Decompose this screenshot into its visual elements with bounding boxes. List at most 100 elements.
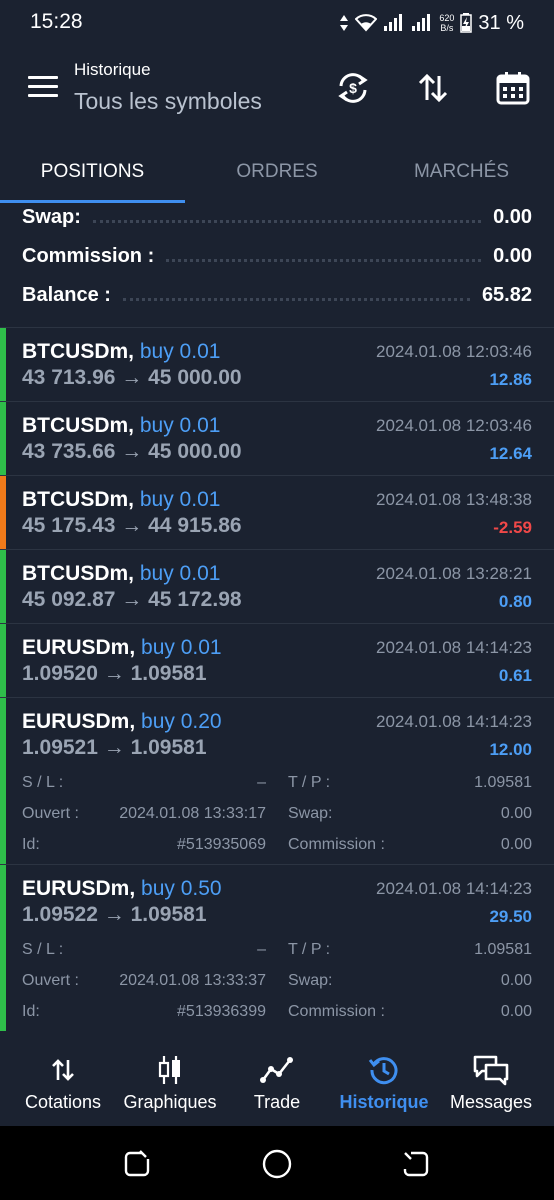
swap-value: 0.00 bbox=[500, 972, 532, 989]
open-value: 2024.01.08 13:33:37 bbox=[119, 972, 266, 989]
deal-prices: 43 713.96 → 45 000.00 bbox=[22, 366, 242, 389]
deal-direction: buy 0.20 bbox=[141, 710, 222, 733]
deal-profit: 12.86 bbox=[489, 370, 532, 389]
arrow-right-icon: → bbox=[103, 903, 125, 926]
battery-charging-icon bbox=[460, 13, 473, 33]
deal-row-expanded[interactable]: EURUSDm, buy 0.50 2024.01.08 14:14:23 1.… bbox=[0, 864, 554, 1031]
tab-positions[interactable]: POSITIONS bbox=[0, 142, 185, 202]
nav-messages[interactable]: Messages bbox=[438, 1038, 544, 1126]
summary-commission: Commission : 0.00 bbox=[22, 241, 532, 271]
sort-arrows-icon bbox=[418, 73, 448, 103]
summary-value: 65.82 bbox=[481, 283, 532, 306]
deal-prices: 1.09520 → 1.09581 bbox=[22, 662, 207, 685]
nav-quotes[interactable]: Cotations bbox=[10, 1038, 116, 1126]
deal-time: 2024.01.08 13:28:21 bbox=[376, 564, 532, 583]
nav-history[interactable]: Historique bbox=[330, 1038, 438, 1126]
deal-direction: buy 0.01 bbox=[139, 562, 221, 585]
deal-row[interactable]: BTCUSDm, buy 0.01 2024.01.08 13:28:21 45… bbox=[0, 549, 554, 623]
deal-row[interactable]: BTCUSDm, buy 0.01 2024.01.08 13:48:38 45… bbox=[0, 475, 554, 549]
deal-row[interactable]: BTCUSDm, buy 0.01 2024.01.08 12:03:46 43… bbox=[0, 401, 554, 475]
deal-status-bar bbox=[0, 402, 6, 475]
id-label: Id: bbox=[22, 1003, 40, 1020]
commission-label: Commission : bbox=[288, 1003, 385, 1020]
deal-profit: 12.00 bbox=[489, 740, 532, 759]
sort-button[interactable] bbox=[411, 66, 455, 110]
svg-text:$: $ bbox=[349, 80, 357, 96]
deal-status-bar bbox=[0, 550, 6, 623]
swap-label: Swap: bbox=[288, 972, 333, 989]
tab-orders[interactable]: ORDRES bbox=[185, 142, 369, 202]
cell-signal-2-icon bbox=[412, 14, 431, 31]
deal-time: 2024.01.08 13:48:38 bbox=[376, 490, 532, 509]
sl-label: S / L : bbox=[22, 774, 64, 791]
back-icon bbox=[403, 1151, 429, 1177]
arrow-right-icon: → bbox=[121, 588, 143, 611]
deal-status-bar bbox=[0, 698, 6, 864]
battery-percent: 31 % bbox=[478, 11, 524, 34]
deal-symbol: EURUSDm, buy 0.50 bbox=[22, 877, 222, 900]
deal-direction: buy 0.01 bbox=[139, 488, 221, 511]
deal-symbol: BTCUSDm, buy 0.01 bbox=[22, 414, 221, 437]
deal-symbol: BTCUSDm, buy 0.01 bbox=[22, 562, 221, 585]
swap-value: 0.00 bbox=[500, 805, 532, 822]
deal-direction: buy 0.01 bbox=[139, 340, 221, 363]
dotted-leader bbox=[166, 257, 482, 262]
deal-row[interactable]: EURUSDm, buy 0.01 2024.01.08 14:14:23 1.… bbox=[0, 623, 554, 697]
deal-row[interactable]: BTCUSDm, buy 0.01 2024.01.08 12:03:46 43… bbox=[0, 327, 554, 401]
status-bar: 15:28 620 B/s 31 % bbox=[0, 0, 554, 46]
recent-apps-button[interactable] bbox=[121, 1148, 153, 1180]
deal-profit: -2.59 bbox=[493, 518, 532, 537]
deal-status-bar bbox=[0, 476, 6, 549]
swap-vertical-icon bbox=[49, 1054, 77, 1086]
deal-symbol: EURUSDm, buy 0.20 bbox=[22, 710, 222, 733]
commission-label: Commission : bbox=[288, 836, 385, 853]
symbol-filter[interactable]: Tous les symboles bbox=[74, 88, 262, 115]
currency-exchange-button[interactable]: $ bbox=[331, 66, 375, 110]
summary-label: Commission : bbox=[22, 244, 155, 267]
tp-value: 1.09581 bbox=[474, 774, 532, 791]
deal-status-bar bbox=[0, 865, 6, 1031]
menu-icon[interactable] bbox=[28, 76, 58, 98]
net-speed: 620 B/s bbox=[439, 13, 455, 33]
deal-symbol: EURUSDm, buy 0.01 bbox=[22, 636, 222, 659]
wifi-icon bbox=[355, 14, 378, 32]
deal-symbol: BTCUSDm, buy 0.01 bbox=[22, 340, 221, 363]
deal-row-expanded[interactable]: EURUSDm, buy 0.20 2024.01.08 14:14:23 1.… bbox=[0, 697, 554, 864]
chat-bubbles-icon bbox=[472, 1054, 510, 1086]
deal-prices: 1.09522 → 1.09581 bbox=[22, 903, 207, 926]
deal-direction: buy 0.50 bbox=[141, 877, 222, 900]
open-label: Ouvert : bbox=[22, 972, 79, 989]
arrow-right-icon: → bbox=[103, 662, 125, 685]
bottom-nav: Cotations Graphiques Trade Historique Me… bbox=[0, 1038, 554, 1126]
status-time: 15:28 bbox=[30, 10, 83, 33]
cell-signal-icon bbox=[384, 14, 403, 31]
back-button[interactable] bbox=[400, 1148, 432, 1180]
dotted-leader bbox=[92, 218, 482, 223]
summary-value: 0.00 bbox=[493, 205, 532, 228]
candlestick-icon bbox=[156, 1054, 184, 1086]
home-circle-icon bbox=[262, 1149, 292, 1179]
arrow-right-icon: → bbox=[121, 366, 143, 389]
id-value: #513935069 bbox=[177, 836, 266, 853]
history-clock-icon bbox=[368, 1054, 400, 1086]
arrow-right-icon: → bbox=[103, 736, 125, 759]
open-label: Ouvert : bbox=[22, 805, 79, 822]
app-bar: Historique Tous les symboles $ bbox=[0, 46, 554, 142]
nav-charts[interactable]: Graphiques bbox=[116, 1038, 224, 1126]
calendar-button[interactable] bbox=[491, 66, 535, 110]
recent-apps-icon bbox=[124, 1150, 150, 1177]
deal-symbol: BTCUSDm, buy 0.01 bbox=[22, 488, 221, 511]
open-value: 2024.01.08 13:33:17 bbox=[119, 805, 266, 822]
arrow-right-icon: → bbox=[121, 514, 143, 537]
id-label: Id: bbox=[22, 836, 40, 853]
deal-profit: 29.50 bbox=[489, 907, 532, 926]
nav-trade[interactable]: Trade bbox=[224, 1038, 330, 1126]
currency-exchange-icon: $ bbox=[338, 73, 368, 103]
tab-markets[interactable]: MARCHÉS bbox=[369, 142, 554, 202]
deal-prices: 45 175.43 → 44 915.86 bbox=[22, 514, 242, 537]
deal-status-bar bbox=[0, 328, 6, 401]
summary-value: 0.00 bbox=[493, 244, 532, 267]
home-button[interactable] bbox=[261, 1148, 293, 1180]
sl-value: – bbox=[257, 774, 266, 791]
page-title: Historique bbox=[74, 60, 151, 79]
